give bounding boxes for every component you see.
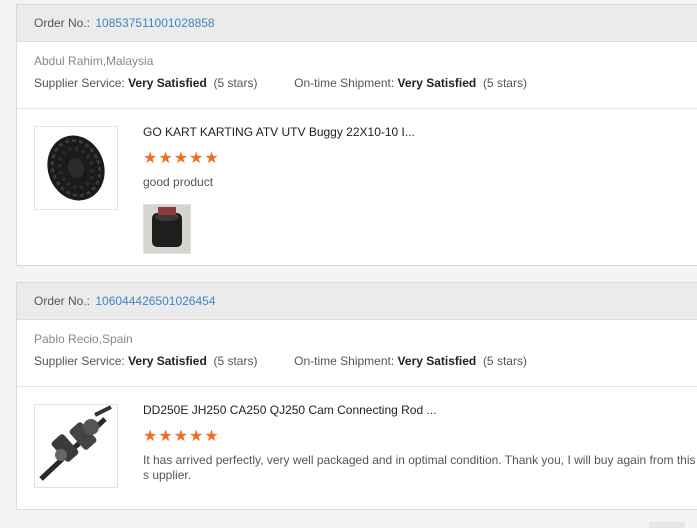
shipment-stars: (5 stars) xyxy=(482,354,527,368)
tire-photo-icon xyxy=(144,205,190,253)
review-meta: Pablo Recio,Spain Supplier Service: Very… xyxy=(17,320,697,387)
order-header: Order No.: 106044426501026454 xyxy=(17,283,697,320)
shipment-rating: Very Satisfied xyxy=(397,76,477,90)
shipment-label: On-time Shipment: xyxy=(294,76,395,90)
supplier-service-label: Supplier Service: xyxy=(34,76,125,90)
shipment-stars: (5 stars) xyxy=(482,76,527,90)
supplier-service-stars: (5 stars) xyxy=(213,354,258,368)
star-rating: ★★★★★ xyxy=(143,428,220,445)
shipment-label: On-time Shipment: xyxy=(294,354,395,368)
shipment-rating: Very Satisfied xyxy=(397,354,477,368)
feedback-text: It has arrived perfectly, very well pack… xyxy=(143,453,696,482)
supplier-service-stars: (5 stars) xyxy=(213,76,258,90)
review-meta: Abdul Rahim,Malaysia Supplier Service: V… xyxy=(17,42,697,109)
feedback-text: good product xyxy=(143,175,214,189)
supplier-service-rating: Very Satisfied xyxy=(128,354,207,368)
order-header: Order No.: 108537511001028858 xyxy=(17,5,697,42)
crankshaft-icon xyxy=(39,405,112,481)
service-ratings: Supplier Service: Very Satisfied (5 star… xyxy=(34,74,690,92)
supplier-service-rating: Very Satisfied xyxy=(128,76,207,90)
order-label: Order No.: xyxy=(34,16,91,30)
product-title-link[interactable]: GO KART KARTING ATV UTV Buggy 22X10-10 I… xyxy=(143,125,415,139)
order-number-link[interactable]: 106044426501026454 xyxy=(95,294,215,308)
supplier-service-label: Supplier Service: xyxy=(34,354,125,368)
order-label: Order No.: xyxy=(34,294,91,308)
tire-icon xyxy=(47,135,105,201)
scroll-corner xyxy=(649,522,685,528)
order-card: Order No.: 106044426501026454 Pablo Reci… xyxy=(16,282,697,510)
service-ratings: Supplier Service: Very Satisfied (5 star… xyxy=(34,352,690,370)
order-card: Order No.: 108537511001028858 Abdul Rahi… xyxy=(16,4,697,266)
buyer-name: Abdul Rahim,Malaysia xyxy=(34,54,154,68)
product-title-link[interactable]: DD250E JH250 CA250 QJ250 Cam Connecting … xyxy=(143,403,437,417)
product-thumbnail[interactable] xyxy=(34,126,118,210)
buyer-name: Pablo Recio,Spain xyxy=(34,332,133,346)
star-rating: ★★★★★ xyxy=(143,150,220,167)
buyer-photo[interactable] xyxy=(143,204,191,254)
product-thumbnail[interactable] xyxy=(34,404,118,488)
order-number-link[interactable]: 108537511001028858 xyxy=(95,16,214,30)
